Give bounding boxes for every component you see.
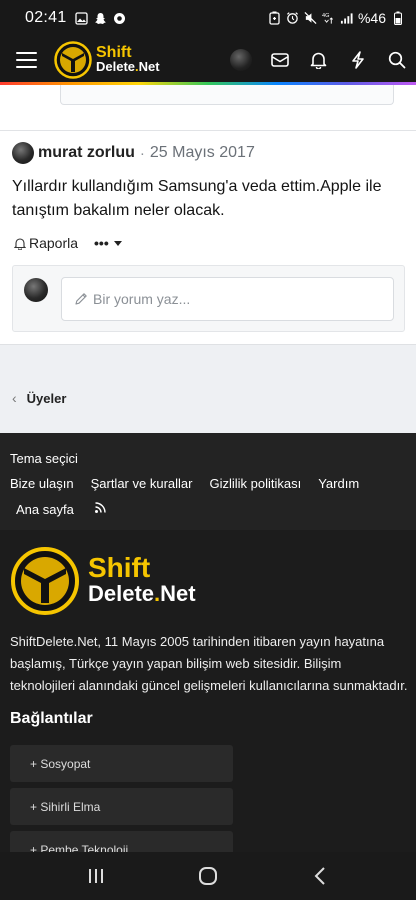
rss-icon[interactable] — [94, 501, 107, 517]
account-avatar-button[interactable] — [221, 36, 260, 84]
system-nav-bar — [0, 852, 416, 900]
bell-icon — [14, 237, 26, 250]
lightning-icon — [351, 51, 364, 69]
wifi-icon: 4G — [322, 12, 335, 25]
footer-about: Shift Delete.Net ShiftDelete.Net, 11 May… — [0, 530, 416, 868]
pencil-icon — [75, 293, 87, 305]
site-logo[interactable]: Shift Delete.Net — [54, 41, 160, 79]
about-description: ShiftDelete.Net, 11 Mayıs 2005 tarihinde… — [10, 634, 408, 693]
link-sihirli-elma[interactable]: + Sihirli Elma — [10, 788, 233, 825]
footer-logo-net: Net — [160, 581, 196, 606]
inbox-button[interactable] — [260, 36, 299, 84]
battery-saver-icon — [268, 11, 281, 25]
avatar — [229, 49, 252, 71]
breadcrumb[interactable]: ‹ Üyeler — [12, 390, 66, 406]
logo-text-shift: Shift — [96, 44, 132, 61]
status-bar: 02:41 4G %46 — [0, 0, 416, 36]
post-separator: · — [139, 144, 145, 162]
footer-logo[interactable]: Shift Delete.Net — [10, 546, 196, 616]
links-heading: Bağlantılar — [10, 710, 93, 727]
avatar — [24, 278, 48, 302]
alarm-icon — [286, 12, 299, 25]
home-icon — [199, 867, 217, 885]
battery-percent: %46 — [357, 10, 386, 26]
chevron-left-icon: ‹ — [12, 390, 17, 406]
link-sosyopat[interactable]: + Sosyopat — [10, 745, 233, 782]
mute-icon — [304, 11, 317, 25]
alerts-button[interactable] — [299, 36, 338, 84]
whats-new-button[interactable] — [338, 36, 377, 84]
theme-selector-link[interactable]: Tema seçici — [10, 451, 78, 466]
more-options-button[interactable]: ••• — [94, 235, 123, 251]
site-header: Shift Delete.Net — [0, 36, 416, 84]
recents-button[interactable] — [66, 852, 126, 900]
comment-area: Bir yorum yaz... — [12, 265, 405, 332]
chevron-down-icon — [113, 240, 122, 246]
previous-comment-input[interactable] — [60, 85, 394, 105]
post-author-link[interactable]: murat zorluu — [38, 144, 135, 162]
avatar[interactable] — [12, 142, 34, 164]
battery-icon — [391, 11, 404, 25]
comment-input[interactable]: Bir yorum yaz... — [61, 277, 394, 321]
inbox-icon — [270, 53, 289, 67]
previous-post-card — [0, 85, 416, 131]
home-button[interactable] — [178, 852, 238, 900]
bell-icon — [310, 52, 327, 69]
post-header: murat zorluu · 25 Mayıs 2017 — [12, 142, 255, 164]
back-button[interactable] — [290, 852, 350, 900]
search-button[interactable] — [377, 36, 416, 84]
breadcrumb-members-link[interactable]: Üyeler — [27, 391, 67, 406]
report-button[interactable]: Raporla — [14, 235, 78, 251]
post-body: Yıllardır kullandığım Samsung'a veda ett… — [12, 178, 382, 219]
browser-icon — [113, 12, 126, 25]
more-label: ••• — [94, 235, 109, 251]
post-actions: Raporla ••• — [14, 235, 123, 251]
profile-post: murat zorluu · 25 Mayıs 2017 Yıllardır k… — [0, 131, 416, 345]
footer-logo-delete: Delete — [88, 581, 155, 606]
signal-icon — [340, 12, 353, 25]
status-time: 02:41 — [25, 9, 67, 26]
logo-emblem-icon — [54, 41, 92, 79]
post-date[interactable]: 25 Mayıs 2017 — [150, 144, 255, 162]
gallery-icon — [74, 11, 88, 25]
snapchat-icon — [94, 12, 107, 25]
home-link[interactable]: Ana sayfa — [16, 502, 74, 517]
contact-link[interactable]: Bize ulaşın — [10, 476, 74, 491]
comment-placeholder: Bir yorum yaz... — [93, 291, 191, 307]
footer-logo-shift: Shift — [88, 552, 151, 583]
terms-link[interactable]: Şartlar ve kurallar — [91, 476, 193, 491]
logo-text-delete: Delete — [96, 59, 136, 74]
privacy-link[interactable]: Gizlilik politikası — [209, 476, 301, 491]
back-icon — [314, 867, 325, 885]
search-icon — [388, 51, 405, 69]
svg-text:4G: 4G — [322, 13, 329, 19]
recents-icon — [89, 869, 103, 883]
footer-links: Tema seçici Bize ulaşın Şartlar ve kural… — [0, 433, 416, 530]
report-label: Raporla — [29, 235, 79, 251]
logo-text-net: Net — [138, 59, 160, 74]
menu-button[interactable] — [0, 36, 52, 84]
logo-emblem-icon — [11, 547, 79, 615]
help-link[interactable]: Yardım — [318, 476, 359, 491]
